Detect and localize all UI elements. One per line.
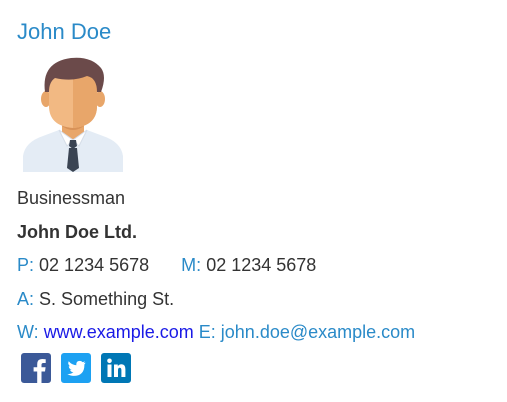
phone-row: P: 02 1234 5678 M: 02 1234 5678 xyxy=(17,254,316,276)
website-label: W: xyxy=(17,322,39,342)
facebook-icon xyxy=(21,353,51,383)
company-name: John Doe Ltd. xyxy=(17,222,137,242)
address-value: S. Something St. xyxy=(39,289,175,309)
businessman-avatar-icon xyxy=(23,57,123,172)
web-email-row: W: www.example.com E: john.doe@example.c… xyxy=(17,321,415,343)
linkedin-link[interactable] xyxy=(101,353,131,383)
phone-value[interactable]: 02 1234 5678 xyxy=(39,255,149,275)
signature-name: John Doe xyxy=(17,19,112,44)
facebook-link[interactable] xyxy=(21,353,51,383)
phone-label: P: xyxy=(17,255,35,275)
avatar xyxy=(21,56,125,172)
mobile-label: M: xyxy=(181,255,202,275)
email-label: E: xyxy=(198,322,216,342)
mobile-value[interactable]: 02 1234 5678 xyxy=(206,255,316,275)
twitter-link[interactable] xyxy=(61,353,91,383)
job-title: Businessman xyxy=(17,188,126,208)
address-label: A: xyxy=(17,289,35,309)
twitter-icon xyxy=(61,353,91,383)
linkedin-icon xyxy=(101,353,131,383)
address-row: A: S. Something St. xyxy=(17,288,174,310)
email-link[interactable]: john.doe@example.com xyxy=(221,322,415,342)
website-link[interactable]: www.example.com xyxy=(44,322,194,342)
